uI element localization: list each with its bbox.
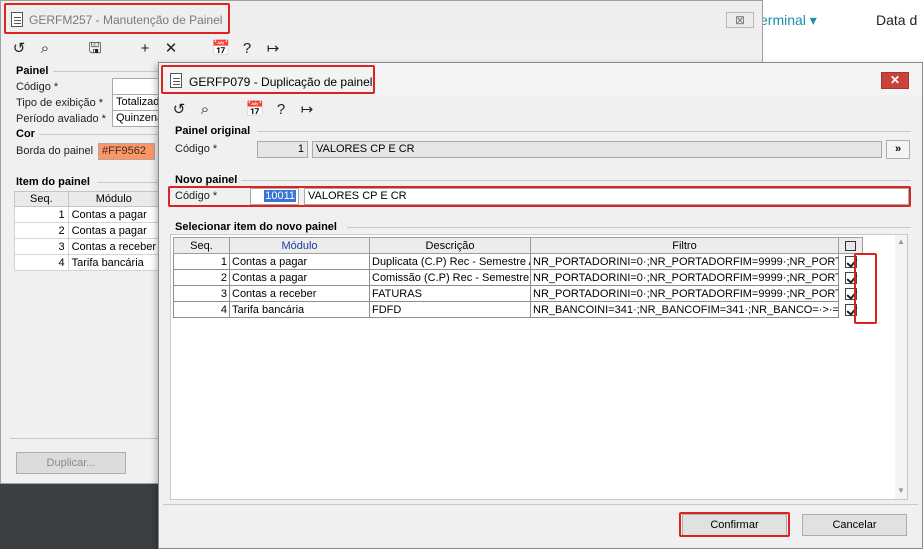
group-divider bbox=[97, 182, 159, 183]
novo-painel-label: Novo painel bbox=[175, 174, 238, 186]
refresh-icon[interactable]: ↺ bbox=[9, 39, 29, 59]
modulo-cell: Contas a receber bbox=[67, 238, 161, 255]
seq-cell: 4 bbox=[173, 301, 230, 318]
original-codigo-field[interactable]: 1 bbox=[257, 141, 308, 158]
filtro-cell: NR_PORTADORINI=0·;NR_PORTADORFIM=9999·;N… bbox=[530, 285, 839, 302]
add-icon[interactable]: + bbox=[135, 39, 155, 59]
select-all-header[interactable] bbox=[838, 237, 863, 254]
periodo-select[interactable]: Quinzena bbox=[112, 110, 162, 127]
seq-cell: 1 bbox=[173, 253, 230, 270]
painel-group-label: Painel bbox=[16, 65, 49, 77]
modulo-cell: Contas a pagar bbox=[67, 222, 161, 239]
seq-cell: 3 bbox=[14, 238, 69, 255]
dialog-close-button[interactable]: ✕ bbox=[881, 72, 909, 89]
item-group-label: Item do painel bbox=[16, 176, 90, 188]
help-icon[interactable]: ? bbox=[237, 39, 257, 59]
modulo-cell: Contas a pagar bbox=[229, 269, 370, 286]
group-divider bbox=[39, 134, 159, 135]
save-icon[interactable]: 🖫 bbox=[85, 39, 105, 59]
periodo-label: Período avaliado * bbox=[16, 113, 106, 125]
novo-painel-highlight-box bbox=[168, 186, 911, 207]
divider bbox=[163, 504, 918, 505]
divider bbox=[10, 438, 160, 439]
modulo-cell: Tarifa bancária bbox=[229, 301, 370, 318]
data-header-text: Data d bbox=[876, 12, 918, 28]
lookup-button[interactable]: » bbox=[886, 140, 910, 159]
terminal-menu-link[interactable]: erminal ▾ bbox=[760, 12, 817, 29]
descricao-cell: FDFD bbox=[369, 301, 531, 318]
background-dark-area bbox=[0, 484, 165, 549]
select-all-checkbox[interactable] bbox=[845, 240, 856, 251]
exit-icon[interactable]: ↦ bbox=[263, 39, 283, 59]
filtro-cell: NR_PORTADORINI=0·;NR_PORTADORFIM=9999·;N… bbox=[530, 253, 839, 270]
modulo-cell: Contas a receber bbox=[229, 285, 370, 302]
seq-header[interactable]: Seq. bbox=[14, 191, 69, 207]
calendar-icon[interactable]: 📅 bbox=[211, 39, 231, 59]
seq-cell: 2 bbox=[14, 222, 69, 239]
title-highlight-box bbox=[4, 3, 230, 34]
original-nome-field[interactable]: VALORES CP E CR bbox=[312, 141, 882, 158]
table-row[interactable]: 3 Contas a receber FATURAS NR_PORTADORIN… bbox=[173, 285, 863, 302]
search-icon[interactable]: ⌕ bbox=[35, 39, 55, 59]
duplicate-panel-dialog: GERFP079 - Duplicação de painel ✕ ↺ ⌕ 📅 … bbox=[158, 62, 923, 549]
table-row[interactable]: 4 Tarifa bancária bbox=[14, 254, 161, 271]
scroll-up-icon[interactable]: ▲ bbox=[897, 237, 905, 246]
table-row[interactable]: 2 Contas a pagar Comissão (C.P) Rec - Se… bbox=[173, 269, 863, 286]
modulo-header[interactable]: Módulo bbox=[229, 237, 370, 254]
borda-label: Borda do painel bbox=[16, 145, 94, 157]
descricao-header[interactable]: Descrição bbox=[369, 237, 531, 254]
descricao-cell: FATURAS bbox=[369, 285, 531, 302]
codigo-label: Código * bbox=[16, 81, 59, 93]
refresh-icon[interactable]: ↺ bbox=[169, 100, 189, 120]
seq-cell: 4 bbox=[14, 254, 69, 271]
checkbox-highlight-box bbox=[854, 253, 877, 324]
scroll-down-icon[interactable]: ▼ bbox=[897, 486, 905, 495]
table-row[interactable]: 4 Tarifa bancária FDFD NR_BANCOINI=341·;… bbox=[173, 301, 863, 318]
search-icon[interactable]: ⌕ bbox=[195, 100, 215, 120]
delete-icon[interactable]: ✕ bbox=[161, 39, 181, 59]
modulo-header[interactable]: Módulo bbox=[67, 191, 161, 207]
selecionar-item-label: Selecionar item do novo painel bbox=[175, 221, 337, 233]
seq-cell: 3 bbox=[173, 285, 230, 302]
group-divider bbox=[53, 71, 159, 72]
back-items-table: Seq. Módulo 1 Contas a pagar 2 Contas a pa… bbox=[14, 191, 161, 271]
table-row[interactable]: 1 Contas a pagar Duplicata (C.P) Rec - S… bbox=[173, 253, 863, 270]
group-divider bbox=[347, 227, 911, 228]
modulo-cell: Contas a pagar bbox=[229, 253, 370, 270]
modulo-cell: Tarifa bancária bbox=[67, 254, 161, 271]
cancelar-button[interactable]: Cancelar bbox=[802, 514, 907, 536]
back-close-button[interactable]: ⊠ bbox=[726, 12, 754, 28]
seq-header[interactable]: Seq. bbox=[173, 237, 230, 254]
dialog-toolbar: ↺ ⌕ 📅 ? ↦ bbox=[169, 100, 319, 122]
group-divider bbox=[257, 131, 911, 132]
help-icon[interactable]: ? bbox=[271, 100, 291, 120]
duplicar-button[interactable]: Duplicar... bbox=[16, 452, 126, 474]
tipo-exibicao-label: Tipo de exibição * bbox=[16, 97, 104, 109]
codigo-field[interactable] bbox=[112, 78, 162, 95]
back-toolbar: ↺ ⌕ 🖫 + ✕ 📅 ? ↦ bbox=[9, 39, 309, 61]
descricao-cell: Comissão (C.P) Rec - Semestre A bbox=[369, 269, 531, 286]
cor-group-label: Cor bbox=[16, 128, 35, 140]
confirmar-highlight-box bbox=[679, 512, 790, 537]
codigo-label: Código * bbox=[175, 143, 218, 155]
borda-color-field[interactable]: #FF9562 bbox=[98, 143, 155, 160]
modulo-cell: Contas a pagar bbox=[67, 206, 161, 223]
painel-original-label: Painel original bbox=[175, 125, 251, 137]
items-grid: Seq. Módulo Descrição Filtro 1 Contas a … bbox=[173, 237, 863, 318]
tipo-exibicao-select[interactable]: Totalizad bbox=[112, 94, 162, 111]
descricao-cell: Duplicata (C.P) Rec - Semestre A bbox=[369, 253, 531, 270]
grid-scrollbar[interactable]: ▲ ▼ bbox=[895, 235, 907, 499]
filtro-cell: NR_PORTADORINI=0·;NR_PORTADORFIM=9999·;N… bbox=[530, 269, 839, 286]
seq-cell: 1 bbox=[14, 206, 69, 223]
filtro-header[interactable]: Filtro bbox=[530, 237, 839, 254]
table-row[interactable]: 1 Contas a pagar bbox=[14, 206, 161, 223]
group-divider bbox=[241, 180, 911, 181]
seq-cell: 2 bbox=[173, 269, 230, 286]
table-row[interactable]: 3 Contas a receber bbox=[14, 238, 161, 255]
table-row[interactable]: 2 Contas a pagar bbox=[14, 222, 161, 239]
calendar-icon[interactable]: 📅 bbox=[245, 100, 265, 120]
title-highlight-box bbox=[161, 65, 375, 94]
exit-icon[interactable]: ↦ bbox=[297, 100, 317, 120]
filtro-cell: NR_BANCOINI=341·;NR_BANCOFIM=341·;NR_BAN… bbox=[530, 301, 839, 318]
